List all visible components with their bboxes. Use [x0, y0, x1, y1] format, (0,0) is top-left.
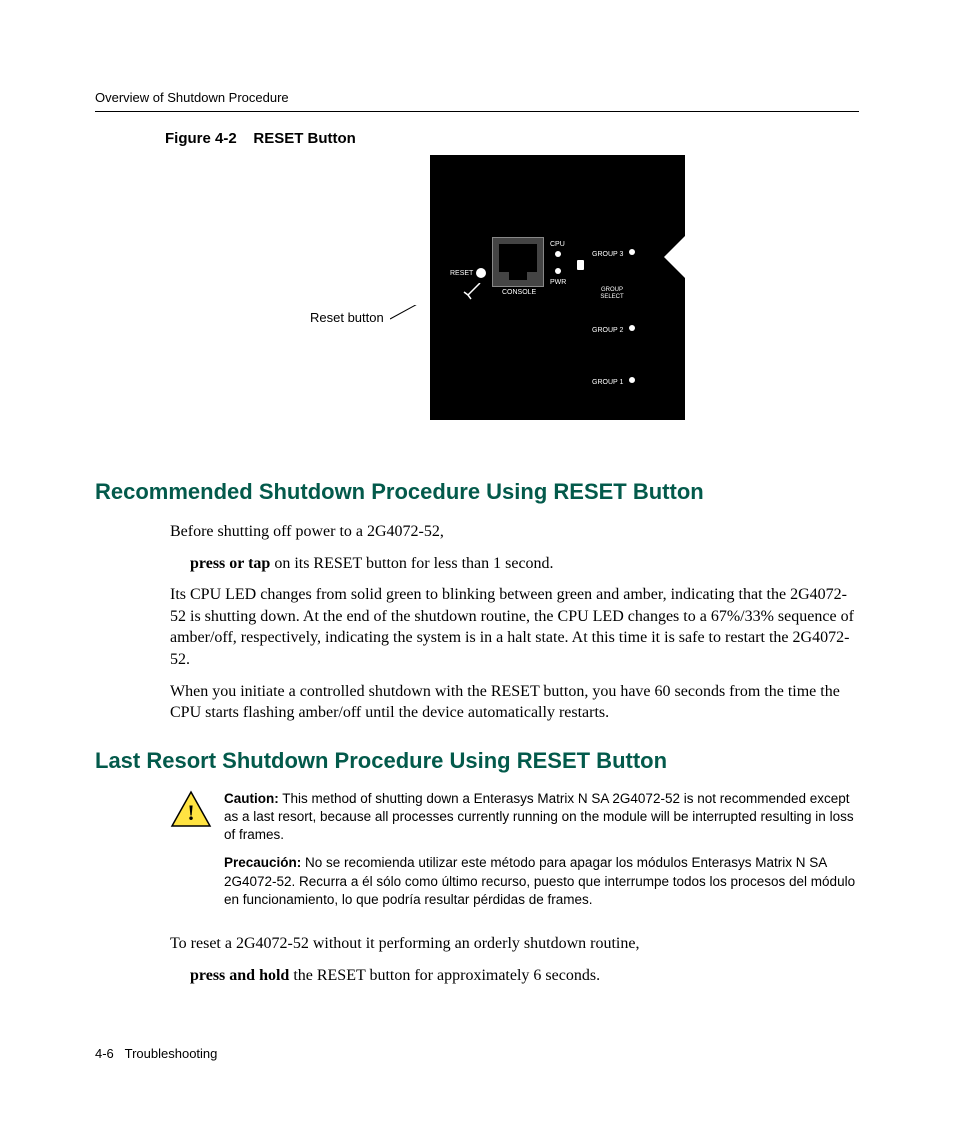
button-group-select — [577, 260, 584, 270]
figure-reset-button: Reset button CONSOLE RESET CPU PWR GROUP… — [95, 155, 859, 455]
caution-block: ! Caution: This method of shutting down … — [170, 790, 859, 919]
para-s1-1: Before shutting off power to a 2G4072-52… — [170, 521, 859, 543]
running-head: Overview of Shutdown Procedure — [95, 90, 859, 105]
header-rule — [95, 111, 859, 112]
reset-arrow-icon — [460, 283, 486, 301]
label-pwr: PWR — [550, 279, 566, 286]
figure-label: Figure 4-2 — [165, 130, 237, 147]
figure-title: RESET Button — [253, 130, 356, 147]
label-group2: GROUP 2 — [592, 327, 623, 334]
precaucion-es-text: No se recomienda utilizar este método pa… — [224, 855, 855, 906]
footer-page-number: 4-6 — [95, 1046, 114, 1061]
caution-label: Caution: — [224, 791, 279, 806]
precaucion-label: Precaución: — [224, 855, 301, 870]
caution-icon: ! — [170, 790, 212, 830]
text-s2-2-rest: the RESET button for approximately 6 sec… — [289, 967, 600, 984]
led-group3 — [629, 249, 635, 255]
footer-section: Troubleshooting — [125, 1046, 218, 1061]
heading-recommended-shutdown: Recommended Shutdown Procedure Using RES… — [95, 479, 859, 505]
led-group1 — [629, 377, 635, 383]
caution-en-text: This method of shutting down a Enterasys… — [224, 791, 854, 842]
figure-caption: Figure 4-2 RESET Button — [165, 130, 859, 147]
para-s1-4: When you initiate a controlled shutdown … — [170, 681, 859, 724]
caution-english: Caution: This method of shutting down a … — [224, 790, 859, 845]
device-panel: CONSOLE RESET CPU PWR GROUP 3 GROUPSELEC… — [430, 155, 685, 420]
label-group-select: GROUPSELECT — [595, 287, 629, 300]
bold-press-and-hold: press and hold — [190, 967, 289, 984]
bold-press-or-tap: press or tap — [190, 555, 270, 572]
label-reset: RESET — [450, 270, 473, 277]
reset-button-dot — [476, 268, 486, 278]
led-group2 — [629, 325, 635, 331]
heading-last-resort-shutdown: Last Resort Shutdown Procedure Using RES… — [95, 748, 859, 774]
console-port — [492, 237, 544, 287]
para-s1-3: Its CPU LED changes from solid green to … — [170, 584, 859, 670]
page-footer: 4-6 Troubleshooting — [95, 1046, 217, 1061]
device-notch — [664, 235, 686, 279]
para-s2-2: press and hold the RESET button for appr… — [190, 965, 859, 987]
led-cpu — [555, 251, 561, 257]
label-group3: GROUP 3 — [592, 251, 623, 258]
caution-spanish: Precaución: No se recomienda utilizar es… — [224, 854, 859, 909]
callout-reset-button: Reset button — [310, 310, 384, 325]
text-s1-2-rest: on its RESET button for less than 1 seco… — [270, 555, 553, 572]
label-group1: GROUP 1 — [592, 379, 623, 386]
para-s2-1: To reset a 2G4072-52 without it performi… — [170, 933, 859, 955]
led-pwr — [555, 268, 561, 274]
label-console: CONSOLE — [502, 289, 536, 296]
svg-text:!: ! — [187, 800, 194, 825]
label-cpu: CPU — [550, 241, 565, 248]
para-s1-2: press or tap on its RESET button for les… — [190, 553, 859, 575]
